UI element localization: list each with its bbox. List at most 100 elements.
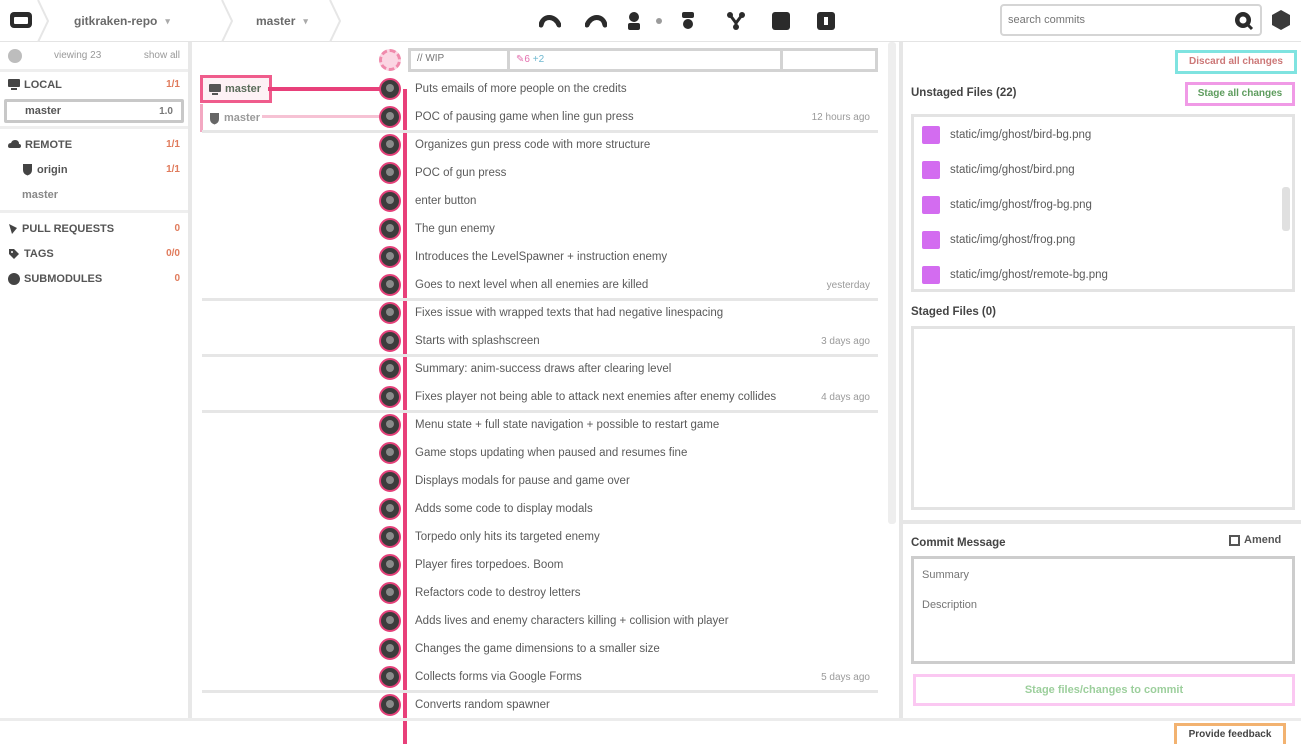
count-badge: 1/1	[166, 164, 180, 175]
search-input[interactable]	[1002, 6, 1222, 34]
redo-button[interactable]	[584, 9, 608, 33]
commit-row[interactable]: Collects forms via Google Forms 5 days ag…	[196, 663, 886, 691]
commit-row[interactable]: Refactors code to destroy letters	[196, 579, 886, 607]
author-avatar	[379, 442, 401, 464]
repo-name: gitkraken-repo	[74, 14, 158, 28]
file-list-scrollbar[interactable]	[1282, 187, 1290, 231]
commit-row[interactable]: Introduces the LevelSpawner + instructio…	[196, 243, 886, 271]
pull-button[interactable]	[622, 9, 646, 33]
commit-row[interactable]: Adds some code to display modals	[196, 495, 886, 523]
divider	[0, 210, 188, 213]
sidebar-section-submodules[interactable]: SUBMODULES 0	[0, 266, 188, 291]
unstaged-title: Unstaged Files (22)	[911, 87, 1017, 99]
amend-checkbox[interactable]: Amend	[1229, 534, 1281, 546]
commit-row[interactable]: Fixes issue with wrapped texts that had …	[196, 299, 886, 327]
sidebar-item-label: LOCAL	[24, 78, 62, 91]
commit-row[interactable]: Displays modals for pause and game over	[196, 467, 886, 495]
commit-message: Organizes gun press code with more struc…	[415, 139, 651, 151]
commit-row[interactable]: Player fires torpedoes. Boom	[196, 551, 886, 579]
summary-input[interactable]	[922, 569, 1282, 581]
gear-icon	[1272, 10, 1290, 30]
file-modified-icon	[922, 125, 940, 144]
settings-button[interactable]	[1270, 9, 1294, 33]
divider	[0, 126, 188, 129]
commit-row[interactable]: Organizes gun press code with more struc…	[196, 131, 886, 159]
sidebar-item-master[interactable]: master 1.0	[4, 99, 184, 123]
commit-message: POC of gun press	[415, 167, 507, 179]
commit-message: Refactors code to destroy letters	[415, 587, 581, 599]
stage-all-button[interactable]: Stage all changes	[1185, 82, 1295, 106]
author-avatar	[379, 554, 401, 576]
pop-button[interactable]	[814, 9, 838, 33]
avatar[interactable]	[8, 48, 22, 63]
provide-feedback-button[interactable]: Provide feedback	[1174, 723, 1286, 744]
commit-message: POC of pausing game when line gun press	[415, 111, 634, 123]
repo-folder-button[interactable]	[6, 6, 36, 34]
count-badge: 1/1	[166, 79, 180, 90]
wip-row[interactable]: ✎6 +2	[196, 47, 886, 73]
commit-row[interactable]: Puts emails of more people on the credit…	[196, 75, 886, 103]
commit-row[interactable]: Game stops updating when paused and resu…	[196, 439, 886, 467]
sidebar-item-origin[interactable]: origin 1/1	[0, 157, 188, 182]
commit-button[interactable]: Stage files/changes to commit	[913, 674, 1295, 706]
commit-row[interactable]: POC of pausing game when line gun press 1…	[196, 103, 886, 131]
stash-button[interactable]	[769, 9, 793, 33]
commit-message: Adds lives and enemy characters killing …	[415, 615, 729, 627]
commit-message: Fixes player not being able to attack ne…	[415, 391, 777, 403]
file-row[interactable]: static/img/ghost/remote-bg.png	[914, 257, 1292, 289]
stash-icon	[772, 12, 790, 30]
sidebar-item-remote-master[interactable]: master	[0, 182, 188, 207]
commit-message: Fixes issue with wrapped texts that had …	[415, 307, 724, 319]
wip-input[interactable]	[417, 53, 497, 64]
commit-row[interactable]: Goes to next level when all enemies are …	[196, 271, 886, 299]
sidebar-section-pull-requests[interactable]: PULL REQUESTS 0	[0, 216, 188, 241]
sidebar-header: viewing 23 show all	[0, 42, 188, 72]
branch-button[interactable]	[724, 9, 748, 33]
sidebar-item-label: origin	[37, 163, 68, 176]
commit-row[interactable]: Summary: anim-success draws after cleari…	[196, 355, 886, 383]
file-row[interactable]: static/img/ghost/bird-bg.png	[914, 117, 1292, 152]
file-row[interactable]: static/img/ghost/frog-bg.png	[914, 187, 1292, 222]
undo-button[interactable]	[538, 9, 562, 33]
sidebar-section-local[interactable]: LOCAL 1/1	[0, 72, 188, 97]
commit-row[interactable]: POC of gun press	[196, 159, 886, 187]
author-avatar	[379, 414, 401, 436]
commit-row[interactable]: enter button	[196, 187, 886, 215]
sidebar-section-tags[interactable]: TAGS 0/0	[0, 241, 188, 266]
commit-row[interactable]: Converts random spawner	[196, 691, 886, 719]
show-all-link[interactable]: show all	[144, 50, 180, 61]
commit-row[interactable]: The gun enemy	[196, 215, 886, 243]
commit-row[interactable]: Menu state + full state navigation + pos…	[196, 411, 886, 439]
wip-node	[379, 49, 401, 71]
commit-row[interactable]: Torpedo only hits its targeted enemy	[196, 523, 886, 551]
push-icon	[682, 12, 694, 29]
staged-title: Staged Files (0)	[911, 306, 996, 318]
file-modified-icon	[922, 265, 940, 284]
commit-message: Goes to next level when all enemies are …	[415, 279, 649, 291]
repo-name-breadcrumb[interactable]: gitkraken-repo ▾	[74, 0, 170, 42]
sidebar-section-remote[interactable]: REMOTE 1/1	[0, 132, 188, 157]
pull-options-dot[interactable]	[656, 18, 662, 24]
commit-graph: ✎6 +2 master master Puts emails of more …	[196, 42, 886, 744]
commit-message: Game stops updating when paused and resu…	[415, 447, 688, 459]
search-box	[1000, 4, 1262, 36]
commit-row[interactable]: Fixes player not being able to attack ne…	[196, 383, 886, 411]
file-row[interactable]: static/img/ghost/bird.png	[914, 152, 1292, 187]
discard-all-button[interactable]: Discard all changes	[1175, 50, 1297, 74]
pop-icon	[817, 12, 835, 30]
push-button[interactable]	[676, 9, 700, 33]
commit-message-title: Commit Message	[911, 537, 1006, 549]
commit-row[interactable]: Adds lives and enemy characters killing …	[196, 607, 886, 635]
branch-breadcrumb[interactable]: master ▾	[256, 0, 308, 42]
author-avatar	[379, 78, 401, 100]
file-row[interactable]: static/img/ghost/frog.png	[914, 222, 1292, 257]
commit-row[interactable]: Changes the game dimensions to a smaller…	[196, 635, 886, 663]
file-name: static/img/ghost/remote-bg.png	[950, 268, 1108, 281]
search-icon[interactable]	[1234, 11, 1254, 34]
graph-scrollbar[interactable]	[888, 42, 896, 524]
commit-message: Menu state + full state navigation + pos…	[415, 419, 720, 431]
commit-row[interactable]: Starts with splashscreen 3 days ago	[196, 327, 886, 355]
pull-icon	[628, 12, 640, 30]
description-input[interactable]	[922, 599, 1282, 655]
unstaged-file-list: static/img/ghost/bird-bg.png static/img/g…	[911, 114, 1295, 292]
